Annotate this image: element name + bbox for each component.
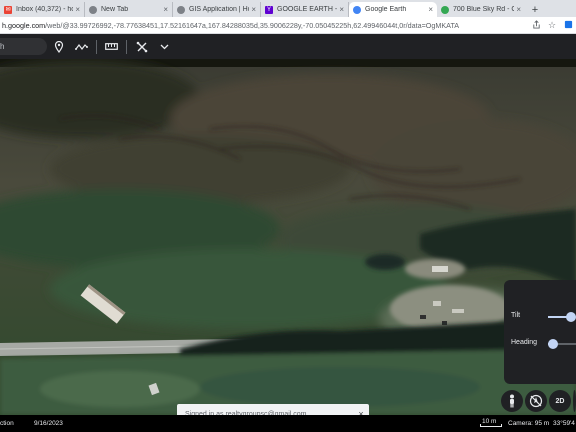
url-path: /web/@33.99726992,-78.77638451,17.521616… [45, 20, 460, 30]
aerial-imagery [0, 59, 576, 415]
toolbar-divider [96, 39, 97, 54]
tilt-label: Tilt [511, 312, 521, 319]
close-tab-icon[interactable]: × [339, 5, 344, 14]
earth-toolbar: h [0, 34, 576, 59]
close-tab-icon[interactable]: × [516, 5, 521, 14]
tab-google-earth[interactable]: Google Earth × [349, 2, 437, 17]
close-tab-icon[interactable]: × [251, 5, 256, 14]
heading-label: Heading [511, 339, 538, 346]
compass-button[interactable] [525, 390, 547, 412]
tab-title: Google Earth [365, 6, 407, 13]
pegman-icon [510, 394, 514, 408]
tilt-slider[interactable] [548, 312, 576, 322]
measure-ruler-icon[interactable] [100, 34, 123, 59]
screen: ✉ Inbox (40,372) - holme × New Tab × GIS… [0, 0, 576, 432]
heading-slider-knob[interactable] [548, 339, 558, 349]
compass-icon [529, 394, 543, 408]
layers-icon[interactable] [130, 34, 153, 59]
tab-yahoo-google-earth[interactable]: Y GOOGLE EARTH - Yaho × [261, 2, 349, 17]
imagery-date: 9/16/2023 [34, 420, 63, 427]
coordinates: 33°59'4 [553, 420, 575, 427]
mail-icon: ✉ [4, 5, 12, 14]
tab-title: GIS Application | Horry [189, 6, 249, 13]
maps-icon [441, 5, 449, 14]
tilt-slider-knob[interactable] [566, 312, 576, 322]
tab-gis-application[interactable]: GIS Application | Horry × [173, 2, 261, 17]
tab-700-blue-sky[interactable]: 700 Blue Sky Rd - Goo × [437, 2, 525, 17]
satellite-map-view[interactable] [0, 59, 576, 415]
status-bar: ction 9/16/2023 10 m Camera: 95 m 33°59'… [0, 415, 576, 432]
share-icon[interactable] [528, 19, 544, 31]
url-host: h.google.com [2, 20, 46, 30]
toolbar-divider [126, 39, 127, 54]
bookmark-star-icon[interactable]: ☆ [544, 20, 560, 31]
2d-3d-toggle-button[interactable]: 2D [549, 390, 571, 412]
earth-icon [353, 5, 361, 14]
new-tab-button[interactable]: + [525, 2, 545, 17]
heading-slider[interactable] [548, 339, 576, 349]
url-text[interactable]: h.google.com/web/@33.99726992,-78.776384… [0, 21, 528, 30]
close-tab-icon[interactable]: × [428, 5, 433, 14]
pegman-button[interactable] [501, 390, 523, 412]
globe-icon [89, 5, 97, 14]
globe-icon [177, 5, 185, 14]
address-bar[interactable]: h.google.com/web/@33.99726992,-78.776384… [0, 17, 576, 34]
scale-bar [480, 424, 502, 427]
search-input[interactable]: h [0, 38, 47, 55]
path-icon[interactable] [70, 34, 93, 59]
camera-altitude: Camera: 95 m [508, 420, 550, 427]
place-pin-icon[interactable] [47, 34, 70, 59]
tab-title: New Tab [101, 6, 129, 13]
view-control-panel: Tilt Heading [504, 280, 576, 384]
tab-title: 700 Blue Sky Rd - Goo [453, 6, 515, 13]
dropdown-chevron-icon[interactable] [153, 34, 176, 59]
tab-title: GOOGLE EARTH - Yaho [277, 6, 338, 13]
tab-new-tab[interactable]: New Tab × [85, 2, 173, 17]
tab-title: Inbox (40,372) - holme [16, 6, 73, 13]
tab-inbox[interactable]: ✉ Inbox (40,372) - holme × [0, 2, 85, 17]
yahoo-icon: Y [265, 5, 273, 14]
close-tab-icon[interactable]: × [75, 5, 80, 14]
close-tab-icon[interactable]: × [163, 5, 168, 14]
status-left-text: ction [0, 420, 14, 427]
browser-tab-strip: ✉ Inbox (40,372) - holme × New Tab × GIS… [0, 0, 576, 17]
extensions-icon[interactable] [560, 20, 576, 31]
